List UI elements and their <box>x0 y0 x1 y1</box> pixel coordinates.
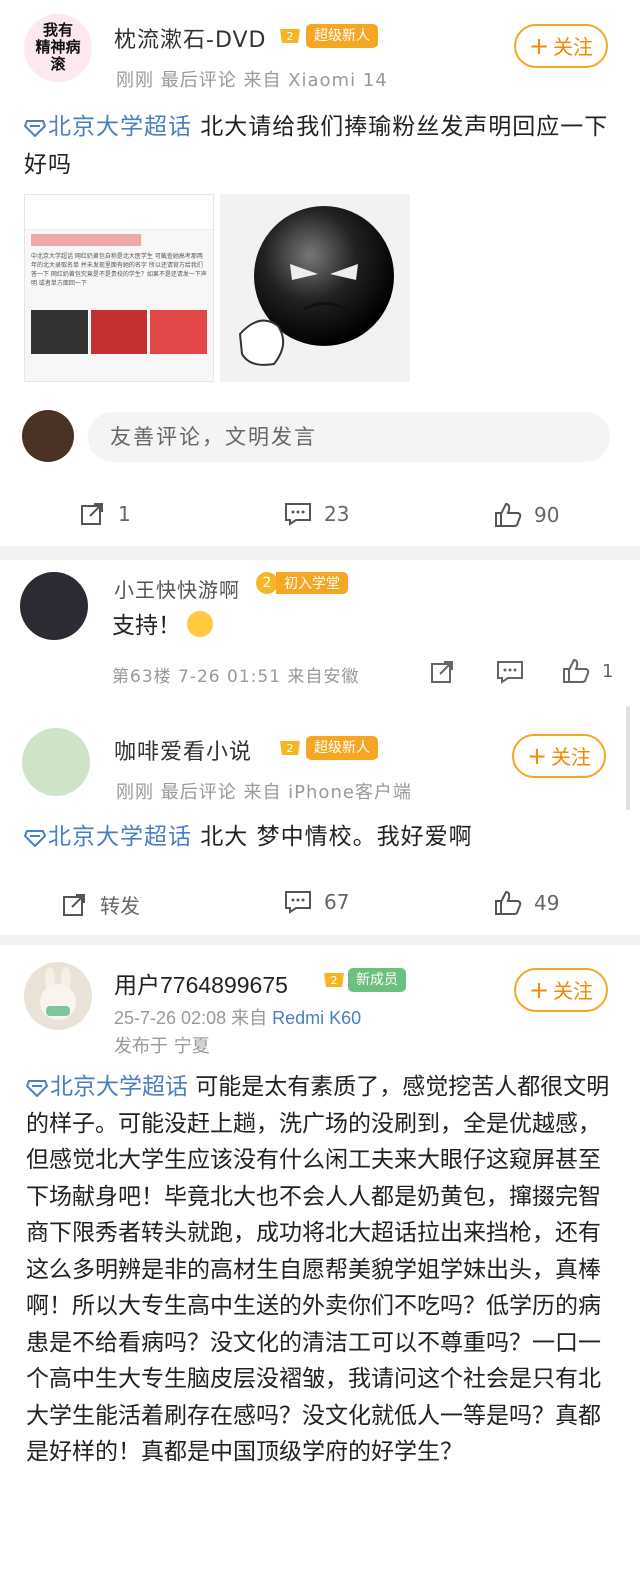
rabbit-avatar-icon <box>40 967 76 1020</box>
vip-icon: 2 <box>324 973 344 987</box>
status-badge: 超级新人 <box>306 24 378 48</box>
comment-button[interactable]: 23 <box>284 502 349 526</box>
post-location: 发布于 宁夏 <box>114 1036 210 1057</box>
post-body: 北京大学超话 北大 梦中情校。我好爱啊 <box>24 818 620 856</box>
comment-icon[interactable] <box>496 660 524 684</box>
like-button[interactable]: 49 <box>494 890 559 916</box>
scrollbar[interactable] <box>626 706 630 810</box>
thumbs-up-icon <box>495 502 522 527</box>
supertopic-icon <box>24 830 46 847</box>
follow-button[interactable]: + 关注 <box>514 968 608 1012</box>
comment-icon <box>285 503 311 526</box>
topic-link[interactable]: 北京大学超话 <box>50 1074 188 1100</box>
plus-icon: + <box>526 742 548 770</box>
device-link[interactable]: Redmi K60 <box>272 1008 361 1028</box>
username[interactable]: 用户7764899675 <box>114 966 288 1000</box>
comment-username[interactable]: 小王快快游啊 <box>114 574 240 603</box>
topic-link[interactable]: 北京大学超话 <box>48 114 192 140</box>
post-meta: 25-7-26 02:08 来自 Redmi K60 <box>114 1008 362 1028</box>
thumbs-up-icon <box>563 658 590 683</box>
follow-button[interactable]: + 关注 <box>512 734 606 778</box>
repost-button[interactable]: 转发 <box>62 890 140 919</box>
post-body: 北京大学超话 可能是太有素质了，感觉挖苦人都很文明的样子。可能没赶上趟，洗广场的… <box>26 1074 610 1465</box>
post-meta: 刚刚 最后评论 来自 iPhone客户端 <box>116 782 412 803</box>
svg-text:2: 2 <box>331 974 338 987</box>
post-body: 北京大学超话 北大请给我们捧瑜粉丝发声明回应一下好吗 <box>24 114 609 178</box>
post-meta: 刚刚 最后评论 来自 Xiaomi 14 <box>116 70 388 91</box>
comment-input[interactable]: 友善评论，文明发言 <box>88 412 610 462</box>
like-button[interactable]: 1 <box>562 658 613 684</box>
current-user-avatar[interactable] <box>22 410 74 462</box>
thumbnail-caption: 中北京大学超话 网红奶黄包自称是北大医学生 可截查她高考那两年的北大录取名单 并… <box>31 253 207 287</box>
section-divider <box>0 935 640 945</box>
angry-face-icon <box>238 206 394 366</box>
vip-icon: 2 <box>280 29 300 43</box>
avatar-text: 我有 精神病 滚 <box>35 21 81 73</box>
plus-icon: + <box>528 976 550 1004</box>
svg-text:2: 2 <box>287 30 294 43</box>
repost-button[interactable]: 1 <box>80 502 131 526</box>
status-badge: 超级新人 <box>306 736 378 760</box>
follow-button[interactable]: + 关注 <box>514 24 608 68</box>
level-badge: 2 初入学堂 <box>256 572 348 594</box>
username[interactable]: 咖啡爱看小说 <box>114 734 252 766</box>
share-icon[interactable] <box>430 660 456 684</box>
avatar[interactable]: 我有 精神病 滚 <box>24 14 92 82</box>
section-divider <box>0 546 640 560</box>
topic-link[interactable]: 北京大学超话 <box>48 824 192 850</box>
comment-text: 支持！ <box>112 606 213 640</box>
vip-icon: 2 <box>280 741 300 755</box>
share-icon <box>81 503 103 525</box>
image-thumbnail[interactable] <box>220 194 410 382</box>
supertopic-icon <box>26 1080 48 1097</box>
avatar[interactable] <box>20 572 88 640</box>
avatar[interactable] <box>24 962 92 1030</box>
comment-icon <box>285 891 311 914</box>
plus-icon: + <box>528 32 550 60</box>
share-icon <box>63 893 85 916</box>
comment-meta: 第63楼 7-26 01:51 来自安徽 <box>112 667 360 687</box>
image-thumbnail[interactable]: 中北京大学超话 网红奶黄包自称是北大医学生 可截查她高考那两年的北大录取名单 并… <box>24 194 214 382</box>
emoji-icon <box>187 611 213 637</box>
username[interactable]: 枕流漱石-DVD <box>114 22 266 54</box>
supertopic-icon <box>24 120 46 137</box>
avatar[interactable] <box>22 728 90 796</box>
status-badge: 新成员 <box>348 968 406 992</box>
comment-button[interactable]: 67 <box>284 890 349 914</box>
thumbs-up-icon <box>495 890 522 915</box>
svg-text:2: 2 <box>287 742 294 755</box>
like-button[interactable]: 90 <box>494 502 559 528</box>
